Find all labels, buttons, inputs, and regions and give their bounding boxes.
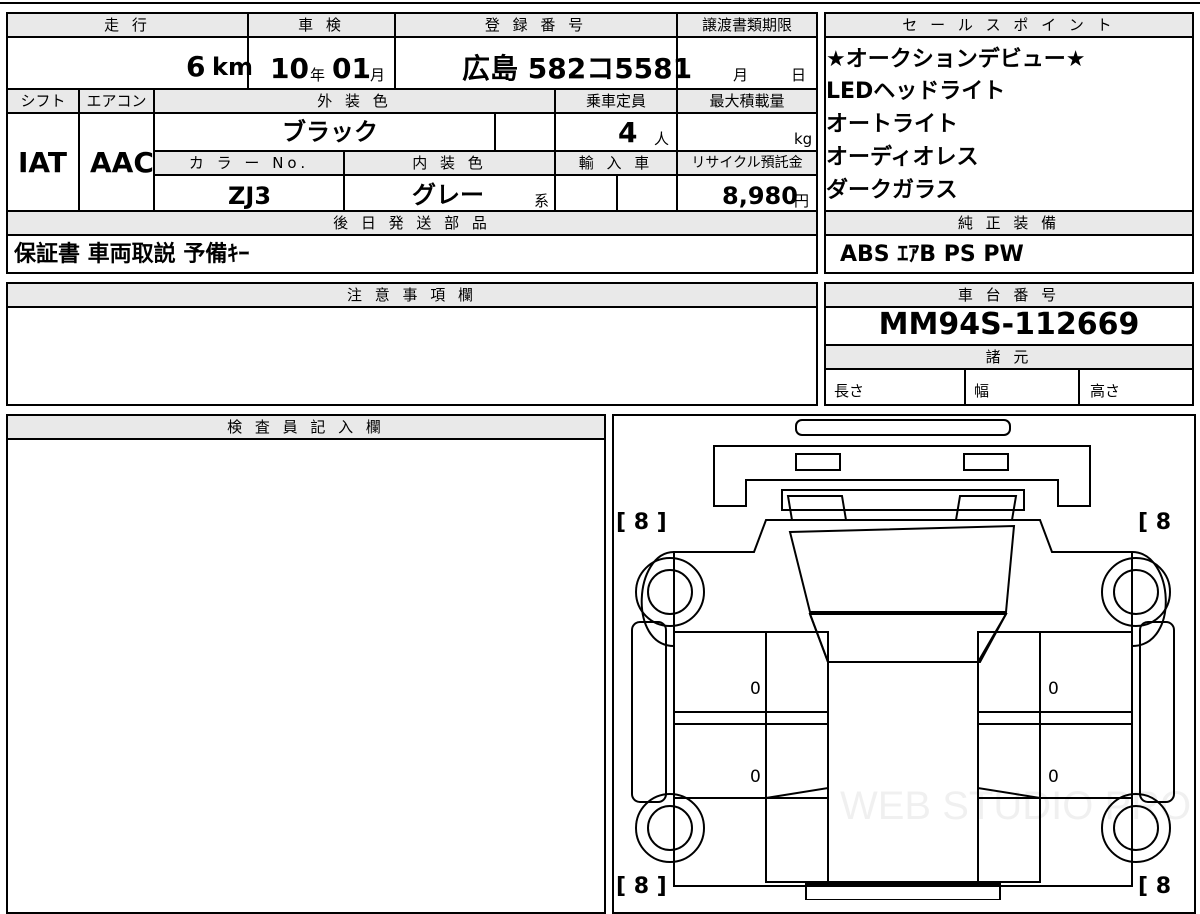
shift-value: IAT [18, 146, 68, 179]
sales-points-header: セ ー ル ス ポ イ ン ト [826, 14, 1192, 36]
interior-color-header: 内 装 色 [345, 152, 554, 174]
door-mark: 0 [1048, 679, 1059, 699]
sales-point-item: オートライト [826, 112, 959, 137]
recycle-header: リサイクル預託金 [678, 152, 816, 174]
aircon-header: エアコン [80, 90, 153, 112]
recycle-unit: 円 [794, 192, 810, 210]
sales-point-item: LEDヘッドライト [826, 79, 1006, 104]
shipping-parts-value: 保証書 車両取説 予備ｷｰ [14, 242, 250, 267]
tire-tread-front-right: [ 8 [1138, 510, 1172, 535]
mileage-unit: km [212, 53, 253, 81]
inspector-header: 検 査 員 記 入 欄 [8, 416, 604, 438]
interior-color-value: グレー [412, 181, 484, 209]
mileage-header: 走 行 [8, 14, 247, 36]
registration-number: 広島 582コ5581 [462, 52, 693, 85]
notes-header: 注 意 事 項 欄 [8, 284, 816, 306]
aircon-value: AAC [90, 146, 154, 179]
watermark: WEB STUDIO PRO [840, 784, 1192, 828]
clipped-top-edge [0, 0, 1200, 4]
capacity-unit: 人 [654, 130, 670, 148]
chassis-number: MM94S-112669 [878, 307, 1140, 342]
sales-point-item: ダークガラス [826, 178, 958, 203]
shipping-parts-header: 後 日 発 送 部 品 [8, 212, 816, 234]
genuine-equipment-header: 純 正 装 備 [826, 212, 1192, 234]
door-mark: 0 [750, 679, 761, 699]
transfer-day-unit: 日 [791, 66, 807, 84]
tire-tread-rear-left: [ 8 ] [616, 874, 667, 899]
sales-point-item: ★オークションデビュー★ [826, 47, 1086, 72]
tire-tread-front-left: [ 8 ] [616, 510, 667, 535]
spec-length-label: 長さ [834, 382, 865, 400]
color-no-value: ZJ3 [228, 182, 272, 210]
exterior-color-value: ブラック [282, 118, 378, 146]
import-header: 輸 入 車 [556, 152, 676, 174]
inspection-month-unit: 月 [370, 66, 386, 84]
exterior-color-header: 外 装 色 [155, 90, 554, 112]
inspection-year-unit: 年 [310, 66, 326, 84]
sales-point-item: オーディオレス [826, 145, 979, 170]
mileage-value: 6 [186, 50, 206, 83]
color-no-header: カ ラ ー No. [155, 152, 343, 174]
tire-tread-rear-right: [ 8 [1138, 874, 1172, 899]
transfer-month-unit: 月 [733, 66, 749, 84]
inspector-box [6, 414, 606, 914]
max-load-unit: kg [794, 130, 813, 148]
interior-color-suffix: 系 [534, 192, 550, 210]
max-load-header: 最大積載量 [678, 90, 816, 112]
transfer-deadline-header: 譲渡書類期限 [678, 14, 816, 36]
door-mark: 0 [750, 767, 761, 787]
recycle-value: 8,980 [722, 182, 798, 210]
shift-header: シフト [8, 90, 78, 112]
capacity-header: 乗車定員 [556, 90, 676, 112]
inspection-year: 10 [270, 52, 309, 85]
registration-header: 登 録 番 号 [396, 14, 676, 36]
capacity-value: 4 [618, 116, 638, 149]
chassis-header: 車 台 番 号 [826, 284, 1192, 306]
spec-height-label: 高さ [1090, 382, 1121, 400]
spec-width-label: 幅 [974, 382, 990, 400]
inspection-header: 車 検 [249, 14, 394, 36]
inspection-month: 01 [332, 52, 371, 85]
specs-header: 諸 元 [826, 346, 1192, 368]
genuine-equipment-value: ABS ｴｱB PS PW [840, 242, 1024, 267]
